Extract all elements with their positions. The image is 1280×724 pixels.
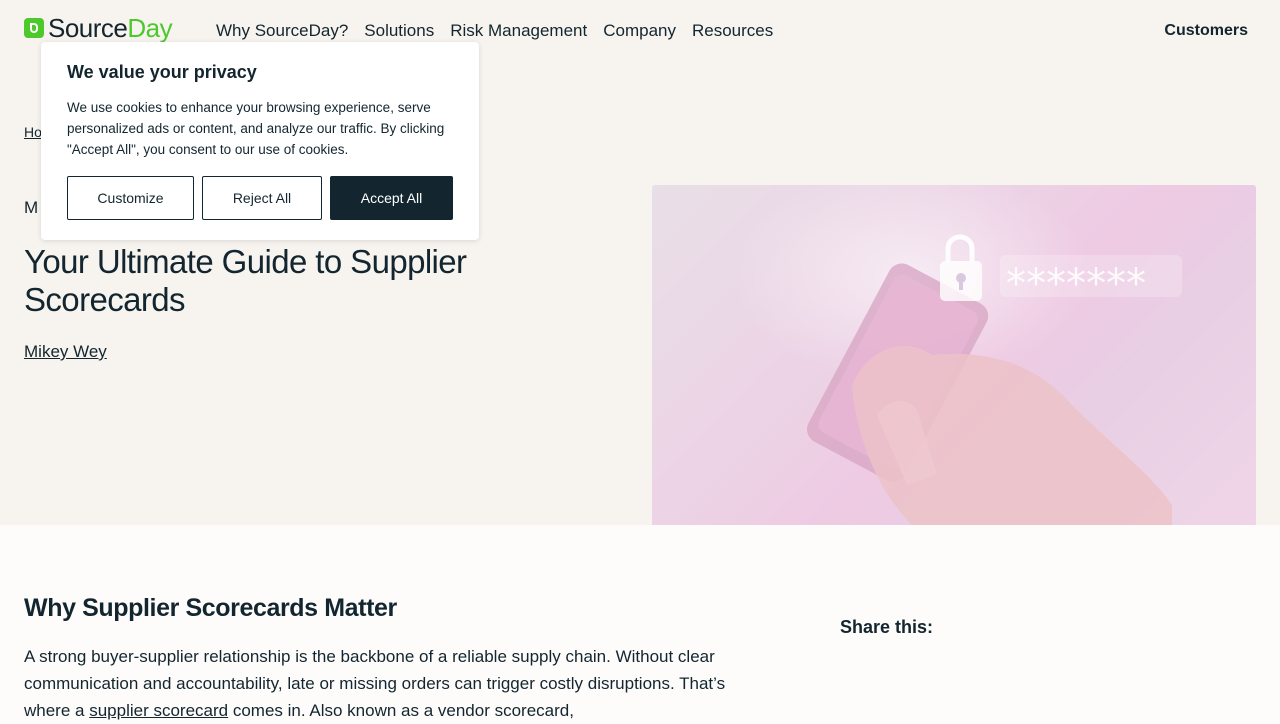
post-category: M	[24, 198, 39, 217]
password-mask-text: *******	[1006, 261, 1146, 307]
cookie-description: We use cookies to enhance your browsing …	[67, 100, 445, 157]
phone-password-illustration: *******	[652, 185, 1256, 525]
page-title: Your Ultimate Guide to Supplier Scorecar…	[24, 243, 467, 318]
logo-wordmark: SourceDay	[48, 13, 173, 43]
nav-item-resources[interactable]: Resources	[692, 20, 773, 42]
nav-item-risk-management[interactable]: Risk Management	[450, 20, 587, 42]
nav-item-why-sourceday[interactable]: Why SourceDay?	[216, 20, 348, 42]
nav-item-solutions[interactable]: Solutions	[364, 20, 434, 42]
main-nav: Why SourceDay? Solutions Risk Management…	[216, 20, 773, 42]
customers-link[interactable]: Customers	[1164, 20, 1248, 42]
cookie-consent-dialog: We value your privacy We use cookies to …	[41, 42, 479, 240]
author-link[interactable]: Mikey Wey	[24, 342, 107, 362]
nav-item-company[interactable]: Company	[603, 20, 676, 42]
sourceday-logo[interactable]: SourceDay	[24, 13, 173, 43]
share-label: Share this:	[840, 617, 934, 637]
reject-all-button[interactable]: Reject All	[202, 176, 322, 220]
cookie-title: We value your privacy	[67, 62, 257, 82]
breadcrumb[interactable]: Ho	[24, 124, 42, 140]
section-heading: Why Supplier Scorecards Matter	[24, 594, 397, 622]
customize-button[interactable]: Customize	[67, 176, 194, 220]
supplier-scorecard-link[interactable]: supplier scorecard	[89, 701, 228, 720]
hero-image: *******	[652, 185, 1256, 525]
accept-all-button[interactable]: Accept All	[330, 176, 453, 220]
logo-mark-icon	[24, 18, 44, 38]
article-paragraph: A strong buyer-supplier relationship is …	[24, 647, 726, 720]
